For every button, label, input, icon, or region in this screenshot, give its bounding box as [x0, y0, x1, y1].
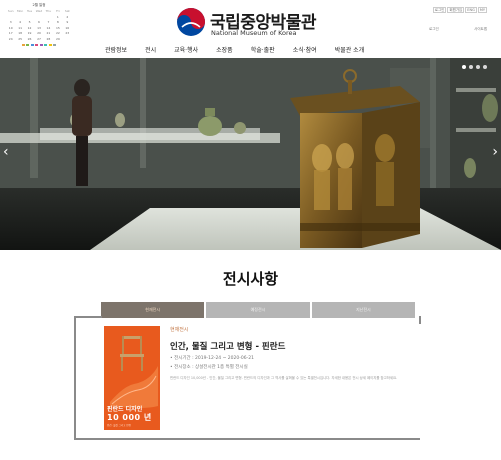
calendar-grid: Sun Mon Tue Wed Thu Fri Sat 1 2 3 4 5 6 7 8 9 10 11 12 13 14… — [6, 9, 72, 41]
exhibition-venue: • 전시장소 : 상설전시관 1층 특별 전시실 — [170, 365, 248, 370]
exhibition-info: 현재전시 인간, 물질 그리고 변형 - 핀란드 • 전시기간 : 2019-1… — [170, 326, 415, 380]
calendar-day[interactable]: 16 — [63, 26, 72, 30]
exhibition-description: 핀란드 디자인 10,000년 - 인간, 물질 그리고 변형. 핀란드의 디자… — [170, 376, 398, 380]
calendar-day — [44, 15, 53, 19]
slider-dot[interactable] — [469, 65, 473, 69]
calendar-weekday: Wed — [35, 9, 43, 13]
mini-calendar: 2월 일정 Sun Mon Tue Wed Thu Fri Sat 1 2 3 4 5 6 7 8 9 10 11… — [6, 3, 72, 46]
calendar-weekday: Tue — [27, 9, 33, 13]
exhibition-period: • 전시기간 : 2019-12-24 ~ 2020-06-21 — [170, 356, 254, 361]
calendar-day — [34, 15, 43, 19]
gnb-item-education[interactable]: 교육·행사 — [165, 45, 207, 54]
calendar-day — [25, 15, 34, 19]
exhibition-title[interactable]: 인간, 물질 그리고 변형 - 핀란드 — [170, 340, 415, 352]
hero-slide-image — [0, 58, 501, 250]
calendar-legend-swatch — [35, 43, 39, 46]
calendar-day — [63, 37, 72, 41]
calendar-legend-swatch — [48, 43, 52, 46]
gnb-item-research[interactable]: 학술·출판 — [242, 45, 284, 54]
calendar-weekday: Fri — [56, 9, 60, 13]
site-header: 2월 일정 Sun Mon Tue Wed Thu Fri Sat 1 2 3 4 5 6 7 8 9 10 11… — [0, 0, 501, 58]
calendar-weekday: Mon — [16, 9, 24, 13]
calendar-weekday: Sat — [64, 9, 70, 13]
gnb-item-news[interactable]: 소식·참여 — [284, 45, 326, 54]
calendar-day[interactable]: 23 — [63, 31, 72, 35]
util-link-my[interactable]: MY — [477, 7, 487, 13]
exhibition-poster[interactable]: 핀란드 디자인 10 000 년 인간, 물질 그리고 변형 — [104, 326, 160, 430]
poster-headline: 10 000 년 — [107, 413, 152, 422]
calendar-day[interactable]: 22 — [53, 31, 62, 35]
calendar-day — [15, 15, 24, 19]
calendar-day[interactable]: 25 — [15, 37, 24, 41]
calendar-day[interactable]: 2 — [63, 15, 72, 19]
site-logo[interactable]: 국립중앙박물관 National Museum of Korea — [176, 6, 336, 40]
slider-next-button[interactable]: › — [492, 144, 498, 160]
calendar-legend-swatch — [30, 43, 34, 46]
calendar-day[interactable]: 7 — [44, 20, 53, 24]
calendar-day[interactable]: 4 — [15, 20, 24, 24]
calendar-weekday: Sun — [7, 9, 14, 13]
calendar-legend-swatch — [39, 43, 43, 46]
calendar-legend-swatch — [26, 43, 30, 46]
util-link-login[interactable]: 로그인 — [432, 7, 447, 13]
calendar-day — [6, 15, 15, 19]
calendar-legend-swatch — [44, 43, 48, 46]
calendar-day[interactable]: 5 — [25, 20, 34, 24]
calendar-day[interactable]: 15 — [53, 26, 62, 30]
calendar-day[interactable]: 1 — [53, 15, 62, 19]
logo-english-name: National Museum of Korea — [211, 29, 297, 37]
calendar-day[interactable]: 27 — [34, 37, 43, 41]
slider-dot[interactable] — [483, 65, 487, 69]
calendar-day[interactable]: 19 — [25, 31, 34, 35]
gnb-item-visit[interactable]: 관람정보 — [96, 45, 136, 54]
utility-menu: 로그인 회원가입 ENG MY 로그인 사이트맵 — [429, 7, 487, 32]
calendar-day[interactable]: 26 — [25, 37, 34, 41]
calendar-title: 2월 일정 — [32, 3, 46, 7]
calendar-day[interactable]: 14 — [44, 26, 53, 30]
calendar-day[interactable]: 13 — [34, 26, 43, 30]
calendar-day[interactable]: 20 — [34, 31, 43, 35]
calendar-day[interactable]: 17 — [6, 31, 15, 35]
util-right-link[interactable]: 사이트맵 — [474, 27, 487, 32]
calendar-day[interactable]: 21 — [44, 31, 53, 35]
calendar-day[interactable]: 8 — [53, 20, 62, 24]
calendar-day[interactable]: 24 — [6, 37, 15, 41]
exhibition-category: 현재전시 — [170, 327, 189, 333]
calendar-day[interactable]: 9 — [63, 20, 72, 24]
global-navigation: 관람정보 전시 교육·행사 소장품 학술·출판 소식·참여 박물관 소개 — [96, 45, 373, 54]
calendar-day[interactable]: 10 — [6, 26, 15, 30]
taegeuk-emblem-icon — [177, 8, 205, 36]
gnb-item-exhibition[interactable]: 전시 — [136, 45, 165, 54]
calendar-day[interactable]: 18 — [15, 31, 24, 35]
util-left-link[interactable]: 로그인 — [429, 27, 439, 32]
calendar-day[interactable]: 28 — [44, 37, 53, 41]
hero-slider: ‹ › — [0, 58, 501, 250]
calendar-legend-swatch — [53, 43, 57, 46]
calendar-weekday: Thu — [45, 9, 52, 13]
gnb-item-collection[interactable]: 소장품 — [207, 45, 242, 54]
calendar-day[interactable]: 12 — [25, 26, 34, 30]
slider-dot[interactable] — [476, 65, 480, 69]
calendar-legend — [6, 43, 72, 46]
calendar-day[interactable]: 6 — [34, 20, 43, 24]
slider-dot[interactable] — [462, 65, 466, 69]
calendar-day[interactable]: 3 — [6, 20, 15, 24]
util-link-join[interactable]: 회원가입 — [447, 7, 465, 13]
util-link-eng[interactable]: ENG — [465, 7, 477, 13]
section-title: 전시사항 — [222, 270, 279, 288]
calendar-day[interactable]: 11 — [15, 26, 24, 30]
poster-caption: 인간, 물질 그리고 변형 — [107, 424, 131, 427]
calendar-day[interactable]: 29 — [53, 37, 62, 41]
slider-prev-button[interactable]: ‹ — [3, 144, 9, 160]
gnb-item-about[interactable]: 박물관 소개 — [326, 45, 374, 54]
slider-pagination — [462, 65, 487, 69]
calendar-legend-swatch — [21, 43, 25, 46]
